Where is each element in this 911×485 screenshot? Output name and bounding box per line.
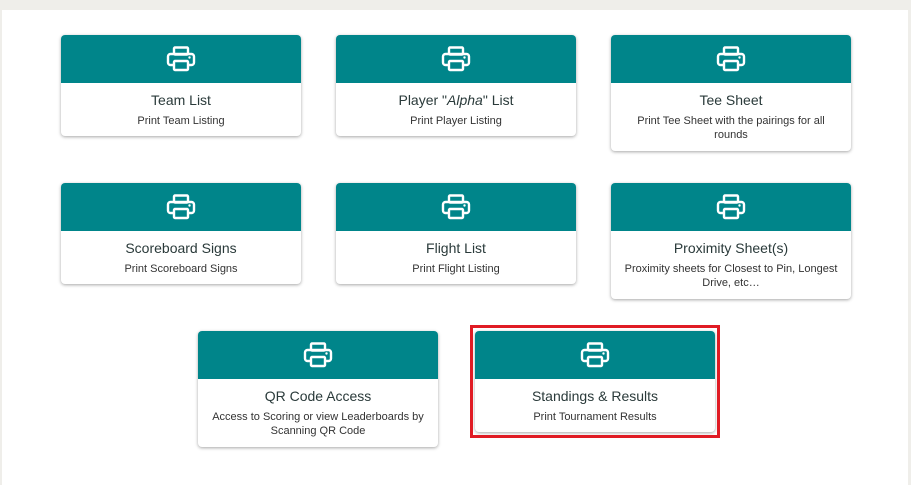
card-description: Print Scoreboard Signs xyxy=(124,263,238,275)
card-description: Print Player Listing xyxy=(410,115,502,127)
printer-icon xyxy=(166,194,196,220)
card-title: Standings & Results xyxy=(531,388,659,404)
card-header xyxy=(336,35,576,83)
card-title: Team List xyxy=(151,92,211,108)
proximity-sheets-card[interactable]: Proximity Sheet(s) Proximity sheets for … xyxy=(611,183,851,299)
card-description: Print Flight Listing xyxy=(412,263,500,275)
printer-icon xyxy=(580,342,610,368)
printer-icon xyxy=(441,46,471,72)
printer-icon xyxy=(441,194,471,220)
tee-sheet-card[interactable]: Tee Sheet Print Tee Sheet with the pairi… xyxy=(611,35,851,151)
qr-code-access-card[interactable]: QR Code Access Access to Scoring or view… xyxy=(198,331,438,447)
printer-icon xyxy=(716,46,746,72)
printer-icon xyxy=(716,194,746,220)
card-description: Print Team Listing xyxy=(137,115,225,127)
player-alpha-list-card[interactable]: Player "Alpha" List Print Player Listing xyxy=(336,35,576,136)
card-description: Proximity sheets for Closest to Pin, Lon… xyxy=(624,263,838,289)
card-header xyxy=(336,183,576,231)
card-header xyxy=(611,35,851,83)
card-header xyxy=(61,183,301,231)
card-title: Tee Sheet xyxy=(699,92,763,108)
printer-icon xyxy=(303,342,333,368)
title-alpha: Alpha xyxy=(447,92,483,108)
card-title: Flight List xyxy=(426,240,486,256)
printer-icon xyxy=(166,46,196,72)
standings-results-card[interactable]: Standings & Results Print Tournament Res… xyxy=(475,331,715,432)
card-header xyxy=(475,331,715,379)
title-suffix: " List xyxy=(482,92,514,108)
card-header xyxy=(611,183,851,231)
card-title: Proximity Sheet(s) xyxy=(673,240,789,256)
card-title: Player "Alpha" List xyxy=(336,91,576,109)
card-title: QR Code Access xyxy=(264,388,372,404)
scoreboard-signs-card[interactable]: Scoreboard Signs Print Scoreboard Signs xyxy=(61,183,301,284)
card-description: Print Tee Sheet with the pairings for al… xyxy=(637,115,825,141)
card-description: Print Tournament Results xyxy=(533,411,657,423)
team-list-card[interactable]: Team List Print Team Listing xyxy=(61,35,301,136)
flight-list-card[interactable]: Flight List Print Flight Listing xyxy=(336,183,576,284)
card-title: Scoreboard Signs xyxy=(125,240,237,256)
card-header xyxy=(61,35,301,83)
title-prefix: Player " xyxy=(398,92,448,108)
card-header xyxy=(198,331,438,379)
card-description: Access to Scoring or view Leaderboards b… xyxy=(212,411,424,437)
